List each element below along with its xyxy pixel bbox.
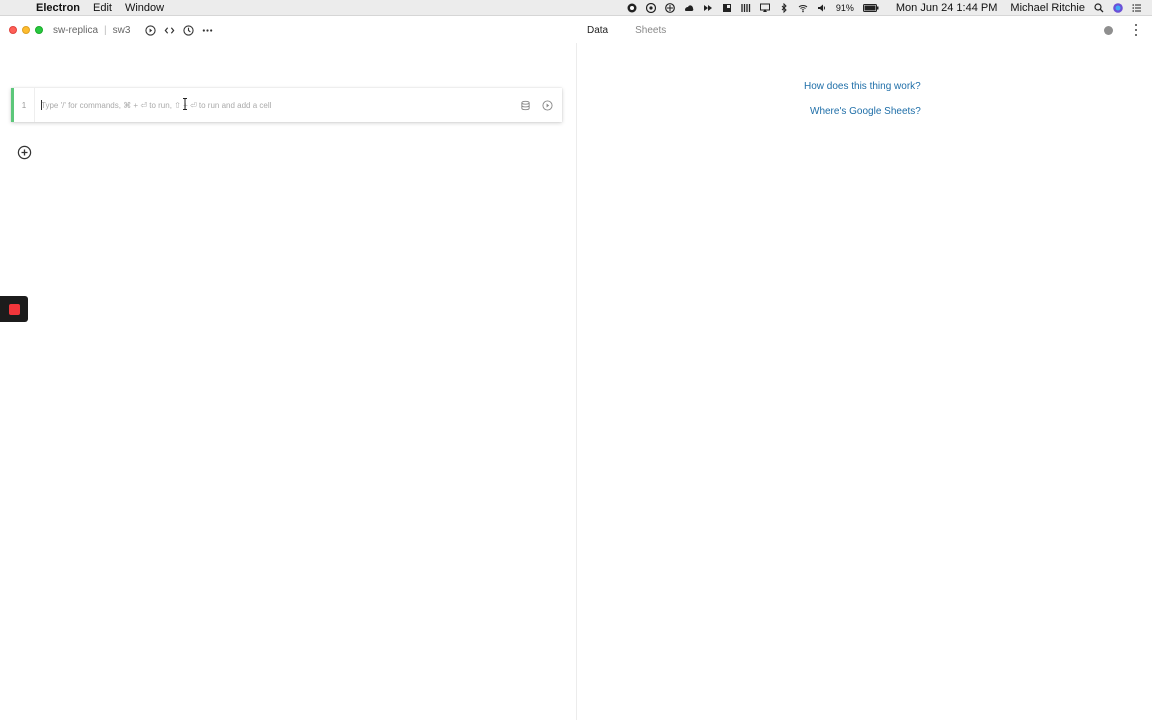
tab-sheets[interactable]: Sheets	[635, 25, 666, 36]
system-menu-bar: Electron Edit Window 91% Mon Jun 24 1:44…	[0, 0, 1152, 16]
panel-tabs: Data Sheets	[587, 17, 666, 43]
bars-icon[interactable]	[741, 3, 751, 13]
how-does-it-work-link[interactable]: How does this thing work?	[804, 81, 921, 92]
battery-icon[interactable]	[862, 3, 879, 13]
menu-window[interactable]: Window	[125, 2, 164, 14]
run-cell-icon[interactable]	[540, 98, 554, 112]
kebab-menu-icon[interactable]	[1132, 23, 1140, 37]
where-google-sheets-link[interactable]: Where's Google Sheets?	[810, 106, 921, 117]
minimize-window-button[interactable]	[22, 26, 30, 34]
notification-center-icon[interactable]	[1132, 3, 1142, 13]
user-name[interactable]: Michael Ritchie	[1010, 2, 1085, 14]
record-status-icon[interactable]	[627, 3, 637, 13]
tab-data[interactable]: Data	[587, 25, 608, 36]
vpn-icon[interactable]	[664, 2, 675, 13]
text-cursor-icon	[183, 98, 187, 110]
database-icon[interactable]	[518, 98, 532, 112]
connection-status-indicator	[1104, 26, 1113, 35]
wifi-icon[interactable]	[798, 3, 808, 13]
stop-icon	[8, 303, 20, 315]
spotlight-search-icon[interactable]	[1094, 2, 1104, 13]
breadcrumb-notebook[interactable]: sw3	[113, 25, 131, 36]
breadcrumb-project[interactable]: sw-replica	[53, 25, 98, 36]
cloud-icon[interactable]	[645, 2, 656, 13]
history-clock-icon[interactable]	[181, 23, 195, 37]
maximize-window-button[interactable]	[35, 26, 43, 34]
add-cell-icon[interactable]	[17, 145, 32, 160]
code-icon[interactable]	[162, 23, 176, 37]
window-titlebar: sw-replica | sw3 Data Sheets	[0, 17, 1152, 43]
breadcrumb-separator: |	[104, 24, 107, 36]
menu-edit[interactable]: Edit	[93, 2, 112, 14]
cell-placeholder: Type '/' for commands, ⌘ + ⏎ to run, ⇧ +…	[41, 100, 272, 110]
airplay-icon[interactable]	[759, 3, 770, 13]
run-all-icon[interactable]	[143, 23, 157, 37]
code-cell[interactable]: 1 Type '/' for commands, ⌘ + ⏎ to run, ⇧…	[11, 88, 562, 122]
bluetooth-icon[interactable]	[779, 2, 789, 13]
close-window-button[interactable]	[9, 26, 17, 34]
cell-editor-input[interactable]: Type '/' for commands, ⌘ + ⏎ to run, ⇧ +…	[41, 99, 518, 110]
more-options-icon[interactable]	[200, 23, 214, 37]
battery-percent: 91%	[835, 2, 854, 13]
menu-app-name[interactable]: Electron	[36, 2, 80, 14]
panel-divider[interactable]	[576, 43, 577, 720]
clock[interactable]: Mon Jun 24 1:44 PM	[896, 2, 998, 14]
stop-recording-button[interactable]	[0, 296, 28, 322]
volume-icon[interactable]	[817, 3, 827, 13]
status-area: 91% Mon Jun 24 1:44 PM Michael Ritchie	[627, 2, 1152, 14]
teams-icon[interactable]	[722, 3, 732, 13]
line-number: 1	[21, 100, 27, 110]
window-controls	[9, 26, 43, 34]
cell-gutter	[34, 88, 35, 122]
text-caret	[41, 99, 42, 110]
creative-cloud-icon[interactable]	[684, 3, 694, 13]
siri-icon[interactable]	[1113, 2, 1123, 13]
fast-forward-icon[interactable]	[703, 3, 713, 13]
